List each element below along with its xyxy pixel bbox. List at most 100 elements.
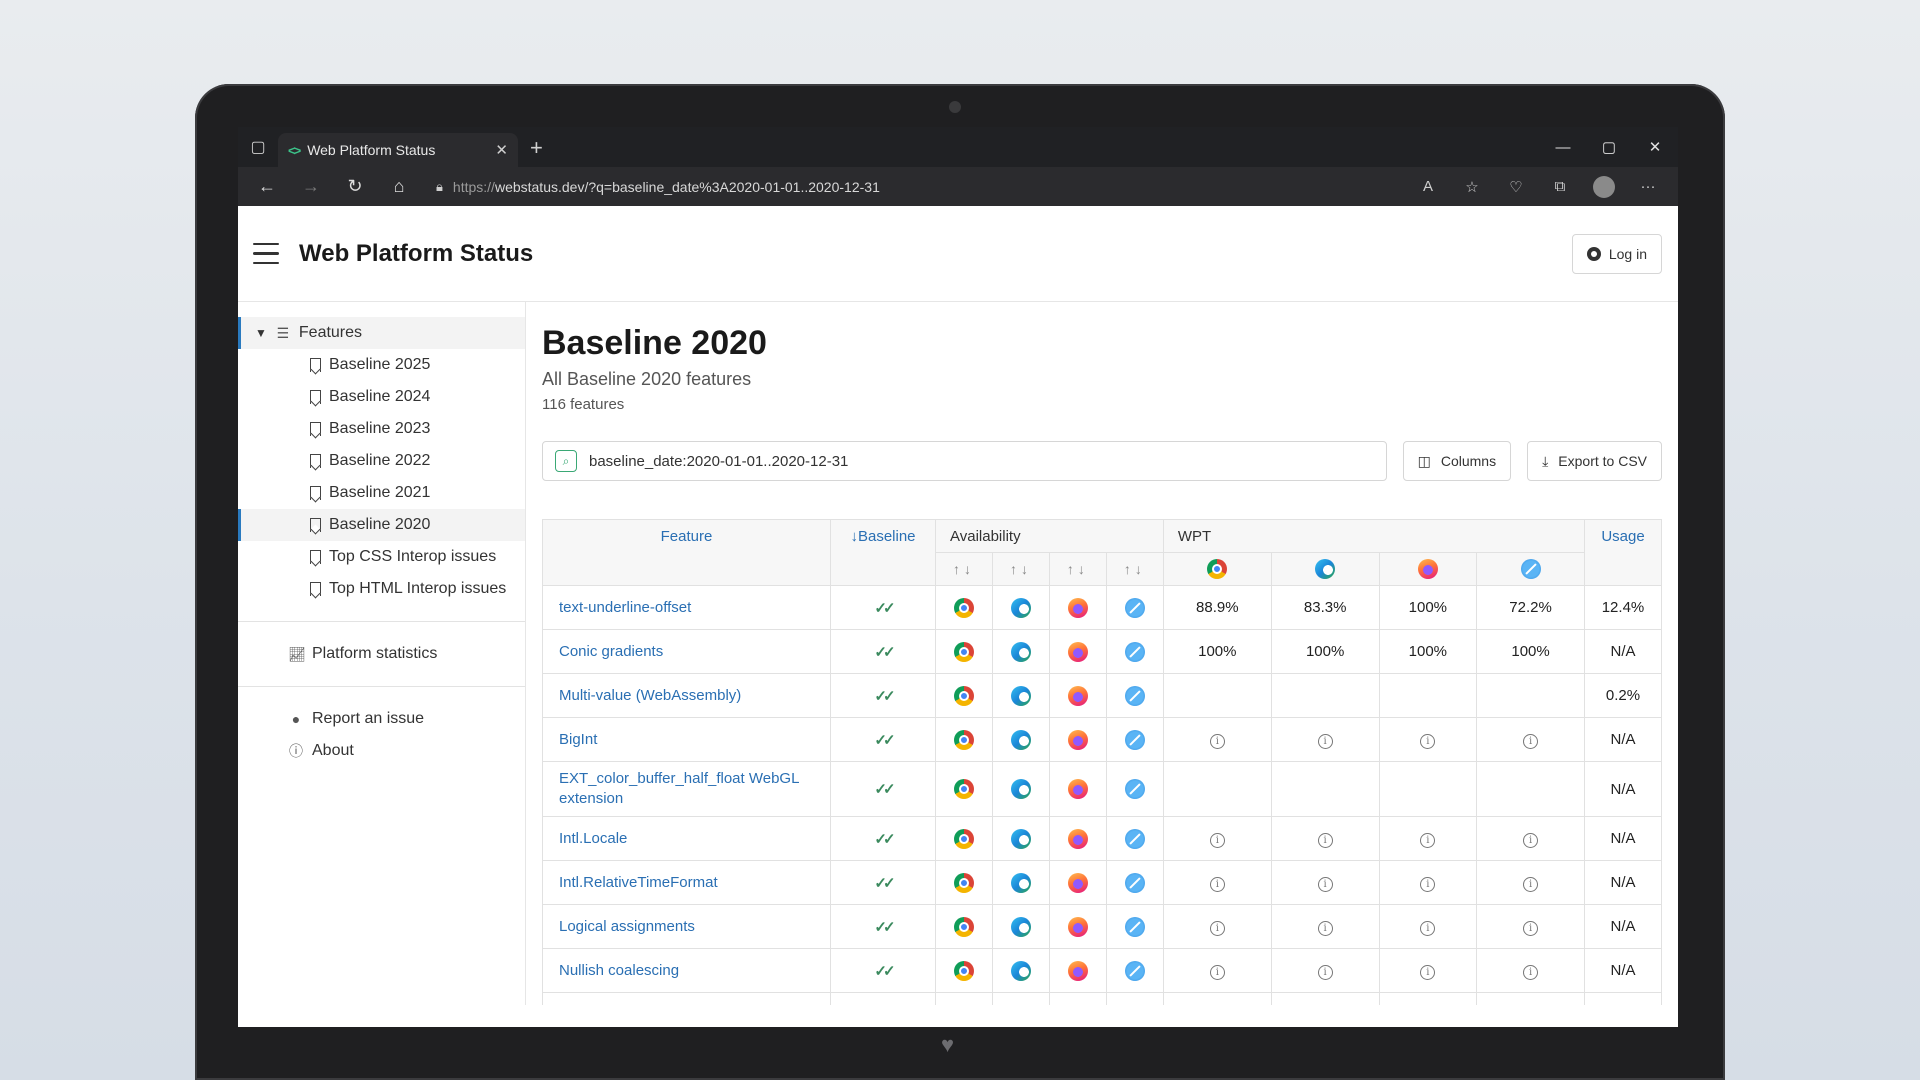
feature-link[interactable]: EXT_color_buffer_half_float WebGL extens… — [542, 761, 831, 817]
feature-link[interactable]: Logical assignments — [542, 904, 831, 949]
wpt-safari-cell[interactable]: i — [1476, 948, 1585, 993]
feature-link[interactable]: Nullish coalescing — [542, 948, 831, 993]
info-icon[interactable]: i — [1317, 920, 1333, 936]
info-icon[interactable]: i — [1420, 832, 1436, 848]
browser-tab[interactable]: <> Web Platform Status ✕ — [278, 133, 518, 167]
wpt-chrome-header[interactable] — [1162, 552, 1272, 586]
wpt-firefox-cell[interactable]: i — [1378, 904, 1478, 949]
wpt-chrome-cell[interactable]: i — [1162, 717, 1272, 762]
caret-down-icon[interactable]: ▼ — [255, 326, 267, 340]
wpt-edge-header[interactable] — [1270, 552, 1380, 586]
wpt-edge-cell[interactable]: i — [1270, 948, 1380, 993]
feature-column-header[interactable]: Feature — [542, 519, 831, 586]
wpt-firefox-header[interactable] — [1378, 552, 1478, 586]
sort-safari-availability[interactable]: ↑↓ — [1105, 552, 1164, 586]
wpt-chrome-cell[interactable]: i — [1162, 860, 1272, 905]
sidebar-item-report-issue[interactable]: ● Report an issue — [238, 703, 525, 735]
close-tab-icon[interactable]: ✕ — [495, 141, 508, 159]
columns-button[interactable]: ◫ Columns — [1402, 441, 1512, 481]
info-icon[interactable]: i — [1420, 920, 1436, 936]
info-icon[interactable]: i — [1523, 832, 1539, 848]
read-aloud-icon[interactable]: A — [1408, 171, 1448, 203]
wpt-firefox-cell[interactable]: i — [1378, 992, 1478, 1005]
info-icon[interactable]: i — [1209, 733, 1225, 749]
login-button[interactable]: Log in — [1571, 234, 1662, 274]
wpt-edge-cell[interactable]: i — [1270, 816, 1380, 861]
sidebar-item-baseline-2022[interactable]: Baseline 2022 — [238, 445, 525, 477]
sidebar-group-features[interactable]: ▼ ☰ Features — [238, 317, 525, 349]
wpt-edge-cell[interactable]: i — [1270, 717, 1380, 762]
info-icon[interactable]: i — [1209, 920, 1225, 936]
sidebar-item-baseline-2023[interactable]: Baseline 2023 — [238, 413, 525, 445]
wpt-safari-cell[interactable]: i — [1476, 992, 1585, 1005]
forward-icon[interactable]: → — [292, 171, 330, 203]
maximize-icon[interactable]: ▢ — [1586, 127, 1632, 167]
info-icon[interactable]: i — [1209, 832, 1225, 848]
sidebar-item-baseline-2020[interactable]: Baseline 2020 — [238, 509, 525, 541]
wpt-firefox-cell[interactable]: i — [1378, 860, 1478, 905]
info-icon[interactable]: i — [1209, 876, 1225, 892]
sidebar-item-platform-statistics[interactable]: 📈︎ Platform statistics — [238, 638, 525, 670]
back-icon[interactable]: ← — [248, 171, 286, 203]
info-icon[interactable]: i — [1317, 733, 1333, 749]
profile-avatar[interactable] — [1584, 171, 1624, 203]
feature-link[interactable]: BigInt — [542, 717, 831, 762]
search-input[interactable]: ⌕ baseline_date:2020-01-01..2020-12-31 — [542, 441, 1387, 481]
wpt-safari-cell[interactable]: i — [1476, 860, 1585, 905]
wpt-chrome-cell[interactable]: i — [1162, 904, 1272, 949]
sidebar-item-baseline-2021[interactable]: Baseline 2021 — [238, 477, 525, 509]
close-window-icon[interactable]: ✕ — [1632, 127, 1678, 167]
wpt-chrome-cell[interactable]: i — [1162, 992, 1272, 1005]
tab-actions-icon[interactable]: ▢ — [238, 127, 278, 167]
info-icon[interactable]: i — [1523, 964, 1539, 980]
sort-chrome-availability[interactable]: ↑↓ — [935, 552, 993, 586]
feature-link[interactable]: text-underline-offset — [542, 585, 831, 630]
info-icon[interactable]: i — [1209, 964, 1225, 980]
extension-icon[interactable]: ♡ — [1496, 171, 1536, 203]
wpt-safari-cell[interactable]: i — [1476, 904, 1585, 949]
feature-link[interactable]: Intl.RelativeTimeFormat — [542, 860, 831, 905]
sidebar-item-about[interactable]: ⓘ About — [238, 735, 525, 767]
sidebar-item-baseline-2025[interactable]: Baseline 2025 — [238, 349, 525, 381]
feature-link[interactable]: Promise.any() — [542, 992, 831, 1005]
info-icon[interactable]: i — [1317, 964, 1333, 980]
sidebar-item-css-interop[interactable]: Top CSS Interop issues — [238, 541, 525, 573]
sidebar-item-baseline-2024[interactable]: Baseline 2024 — [238, 381, 525, 413]
info-icon[interactable]: i — [1523, 733, 1539, 749]
sort-firefox-availability[interactable]: ↑↓ — [1048, 552, 1107, 586]
info-icon[interactable]: i — [1317, 876, 1333, 892]
info-icon[interactable]: i — [1420, 876, 1436, 892]
info-icon[interactable]: i — [1420, 733, 1436, 749]
feature-link[interactable]: Conic gradients — [542, 629, 831, 674]
minimize-icon[interactable]: — — [1540, 127, 1586, 167]
wpt-edge-cell[interactable]: i — [1270, 904, 1380, 949]
feature-link[interactable]: Multi-value (WebAssembly) — [542, 673, 831, 718]
sort-edge-availability[interactable]: ↑↓ — [991, 552, 1050, 586]
wpt-chrome-cell[interactable]: i — [1162, 948, 1272, 993]
info-icon[interactable]: i — [1317, 832, 1333, 848]
feature-link[interactable]: Intl.Locale — [542, 816, 831, 861]
refresh-icon[interactable]: ↻ — [336, 171, 374, 203]
wpt-safari-cell[interactable]: i — [1476, 816, 1585, 861]
wpt-safari-header[interactable] — [1476, 552, 1585, 586]
home-icon[interactable]: ⌂ — [380, 171, 418, 203]
info-icon[interactable]: i — [1420, 964, 1436, 980]
hamburger-icon[interactable] — [253, 242, 279, 265]
export-csv-button[interactable]: ⤓ Export to CSV — [1527, 441, 1662, 481]
url-field[interactable]: 🔒︎ https://webstatus.dev/?q=baseline_dat… — [424, 172, 1402, 202]
info-icon[interactable]: i — [1523, 920, 1539, 936]
info-icon[interactable]: i — [1523, 876, 1539, 892]
usage-column-header[interactable]: Usage — [1584, 519, 1662, 586]
wpt-firefox-cell[interactable]: i — [1378, 717, 1478, 762]
wpt-firefox-cell[interactable]: i — [1378, 948, 1478, 993]
wpt-chrome-cell[interactable]: i — [1162, 816, 1272, 861]
baseline-column-header[interactable]: ↓Baseline — [830, 519, 936, 586]
new-tab-icon[interactable]: + — [530, 135, 543, 161]
favorite-icon[interactable]: ☆ — [1452, 171, 1492, 203]
sidebar-item-html-interop[interactable]: Top HTML Interop issues — [238, 573, 525, 605]
collections-icon[interactable]: ⧉ — [1540, 171, 1580, 203]
wpt-safari-cell[interactable]: i — [1476, 717, 1585, 762]
wpt-edge-cell[interactable]: i — [1270, 860, 1380, 905]
wpt-firefox-cell[interactable]: i — [1378, 816, 1478, 861]
more-icon[interactable]: ··· — [1628, 171, 1668, 203]
